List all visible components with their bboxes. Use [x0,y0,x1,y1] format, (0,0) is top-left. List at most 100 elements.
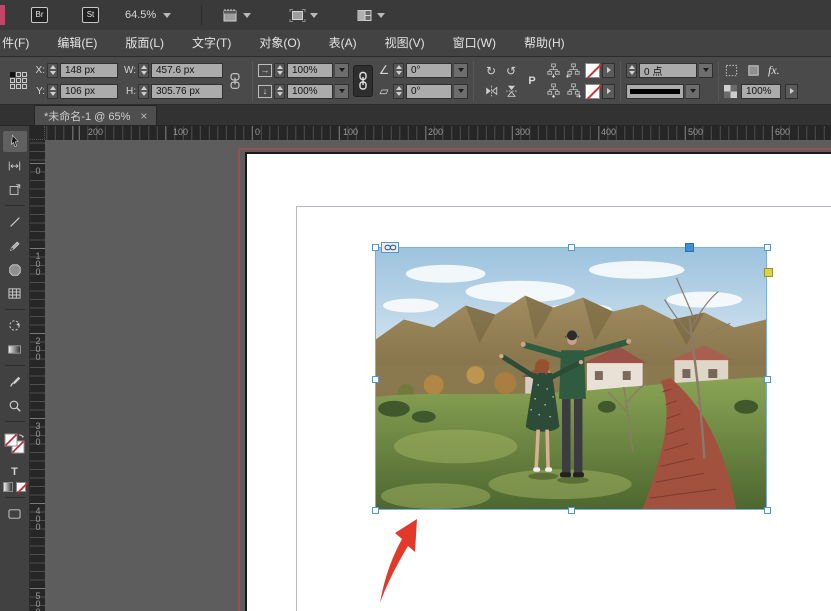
stroke-weight-field[interactable] [639,62,697,78]
height-field[interactable] [151,83,223,99]
stroke-type-swatch[interactable] [626,83,684,99]
link-icon [384,244,396,251]
menu-item-object[interactable]: 对象(O) [245,30,314,56]
pencil-tool[interactable] [3,235,27,256]
eyedropper-tool[interactable] [3,371,27,392]
close-icon[interactable]: × [140,110,147,122]
ruler-label: 200 [428,127,444,137]
scale-x-field[interactable] [287,62,333,78]
corner-options-icon[interactable] [724,63,739,78]
free-transform-tool[interactable] [3,315,27,336]
stroke-flyout-button[interactable] [602,83,615,99]
width-stepper[interactable] [138,62,149,78]
select-previous-object-button[interactable] [565,63,581,78]
reference-point-proxy[interactable] [10,72,27,89]
fill-stroke-swatches[interactable] [3,427,27,461]
shear-angle-field[interactable] [406,83,452,99]
screen-mode-dropdown[interactable] [285,6,322,25]
handle-bottom-center[interactable] [568,507,575,514]
polygon-tool[interactable] [3,259,27,280]
effects-menu-button[interactable]: fx. [768,63,780,78]
constrain-scale-link-button[interactable] [353,64,373,97]
x-position-field[interactable] [60,62,118,78]
rotate-90-ccw-button[interactable]: ↺ [504,64,518,78]
placed-photo[interactable] [376,248,766,509]
menu-item-type[interactable]: 文字(T) [178,30,245,56]
rotation-dropdown[interactable] [454,62,468,78]
handle-bottom-right[interactable] [764,507,771,514]
live-corner-handle[interactable] [764,268,773,277]
scale-y-stepper[interactable] [274,83,285,99]
x-stepper[interactable] [47,62,58,78]
fill-flyout-button[interactable] [602,62,615,78]
zoom-tool[interactable] [3,395,27,416]
menu-item-help[interactable]: 帮助(H) [510,30,579,56]
line-tool[interactable] [3,211,27,232]
scale-x-stepper[interactable] [274,62,285,78]
horizontal-ruler[interactable]: 200 100 0 100 200 300 400 500 600 [45,126,831,140]
zoom-level-dropdown[interactable]: 64.5% [125,9,172,21]
screen-mode-button[interactable] [3,503,27,524]
rotation-angle-field[interactable] [406,62,452,78]
table-tool[interactable] [3,283,27,304]
apply-none-button[interactable] [16,482,26,492]
shear-stepper[interactable] [393,83,404,99]
handle-top-left[interactable] [372,244,379,251]
handle-bottom-left[interactable] [372,507,379,514]
ruler-label: 0 [255,127,261,137]
linked-graphic-badge[interactable] [381,242,399,253]
scale-x-dropdown[interactable] [335,62,349,78]
scale-y-field[interactable] [287,83,333,99]
corner-shape-icon[interactable] [746,63,761,78]
menu-item-window[interactable]: 窗口(W) [439,30,510,56]
stroke-type-dropdown[interactable] [686,83,700,99]
selected-image-frame[interactable] [372,242,773,514]
menu-item-edit[interactable]: 编辑(E) [43,30,111,56]
stroke-none-swatch[interactable] [585,83,600,99]
pasteboard[interactable] [45,140,831,611]
bridge-button[interactable]: Br [31,7,48,23]
arrange-documents-dropdown[interactable] [352,6,389,25]
menu-item-table[interactable]: 表(A) [315,30,371,56]
opacity-flyout-button[interactable] [785,83,798,99]
width-field[interactable] [151,62,223,78]
fill-none-swatch[interactable] [585,62,600,78]
document-tab[interactable]: *未命名-1 @ 65% × [34,105,158,125]
stroke-weight-dropdown[interactable] [699,62,713,78]
menu-item-view[interactable]: 视图(V) [371,30,439,56]
indesign-application: Br St 64.5% 件(F) 编辑(E) 版面(L) 文字(T) 对象(O)… [0,0,831,611]
select-content-button[interactable] [546,83,561,98]
page-tool[interactable] [3,179,27,200]
gradient-swatch-tool[interactable] [3,339,27,360]
stock-button[interactable]: St [82,7,99,23]
y-position-field[interactable] [60,83,118,99]
menu-item-layout[interactable]: 版面(L) [111,30,178,56]
view-options-dropdown[interactable] [218,6,255,25]
select-container-button[interactable] [546,63,561,78]
ruler-origin-box[interactable] [30,126,45,140]
y-stepper[interactable] [47,83,58,99]
apply-gradient-button[interactable] [3,482,13,492]
flip-horizontal-button[interactable] [484,84,499,98]
constrain-dimensions-icon[interactable] [226,72,244,90]
gap-tool[interactable] [3,155,27,176]
handle-middle-left[interactable] [372,376,379,383]
menu-item-file[interactable]: 件(F) [0,30,43,56]
handle-top-center[interactable] [568,244,575,251]
handle-top-right[interactable] [764,244,771,251]
scale-y-dropdown[interactable] [335,83,349,99]
stroke-weight-stepper[interactable] [626,62,637,78]
rotate-90-cw-button[interactable]: ↻ [484,64,498,78]
height-stepper[interactable] [138,83,149,99]
rotation-stepper[interactable] [393,62,404,78]
shear-dropdown[interactable] [454,83,468,99]
select-next-object-button[interactable] [566,83,581,98]
vertical-ruler[interactable]: 0 100 200 300 400 500 [30,140,45,611]
selection-tool[interactable] [2,131,27,152]
formatting-affects-text-button[interactable]: T [3,464,27,479]
chevron-down-icon [377,12,386,18]
content-grabber-handle[interactable] [685,243,694,252]
handle-middle-right[interactable] [764,376,771,383]
flip-vertical-button[interactable] [504,83,518,98]
opacity-field[interactable] [741,83,781,99]
